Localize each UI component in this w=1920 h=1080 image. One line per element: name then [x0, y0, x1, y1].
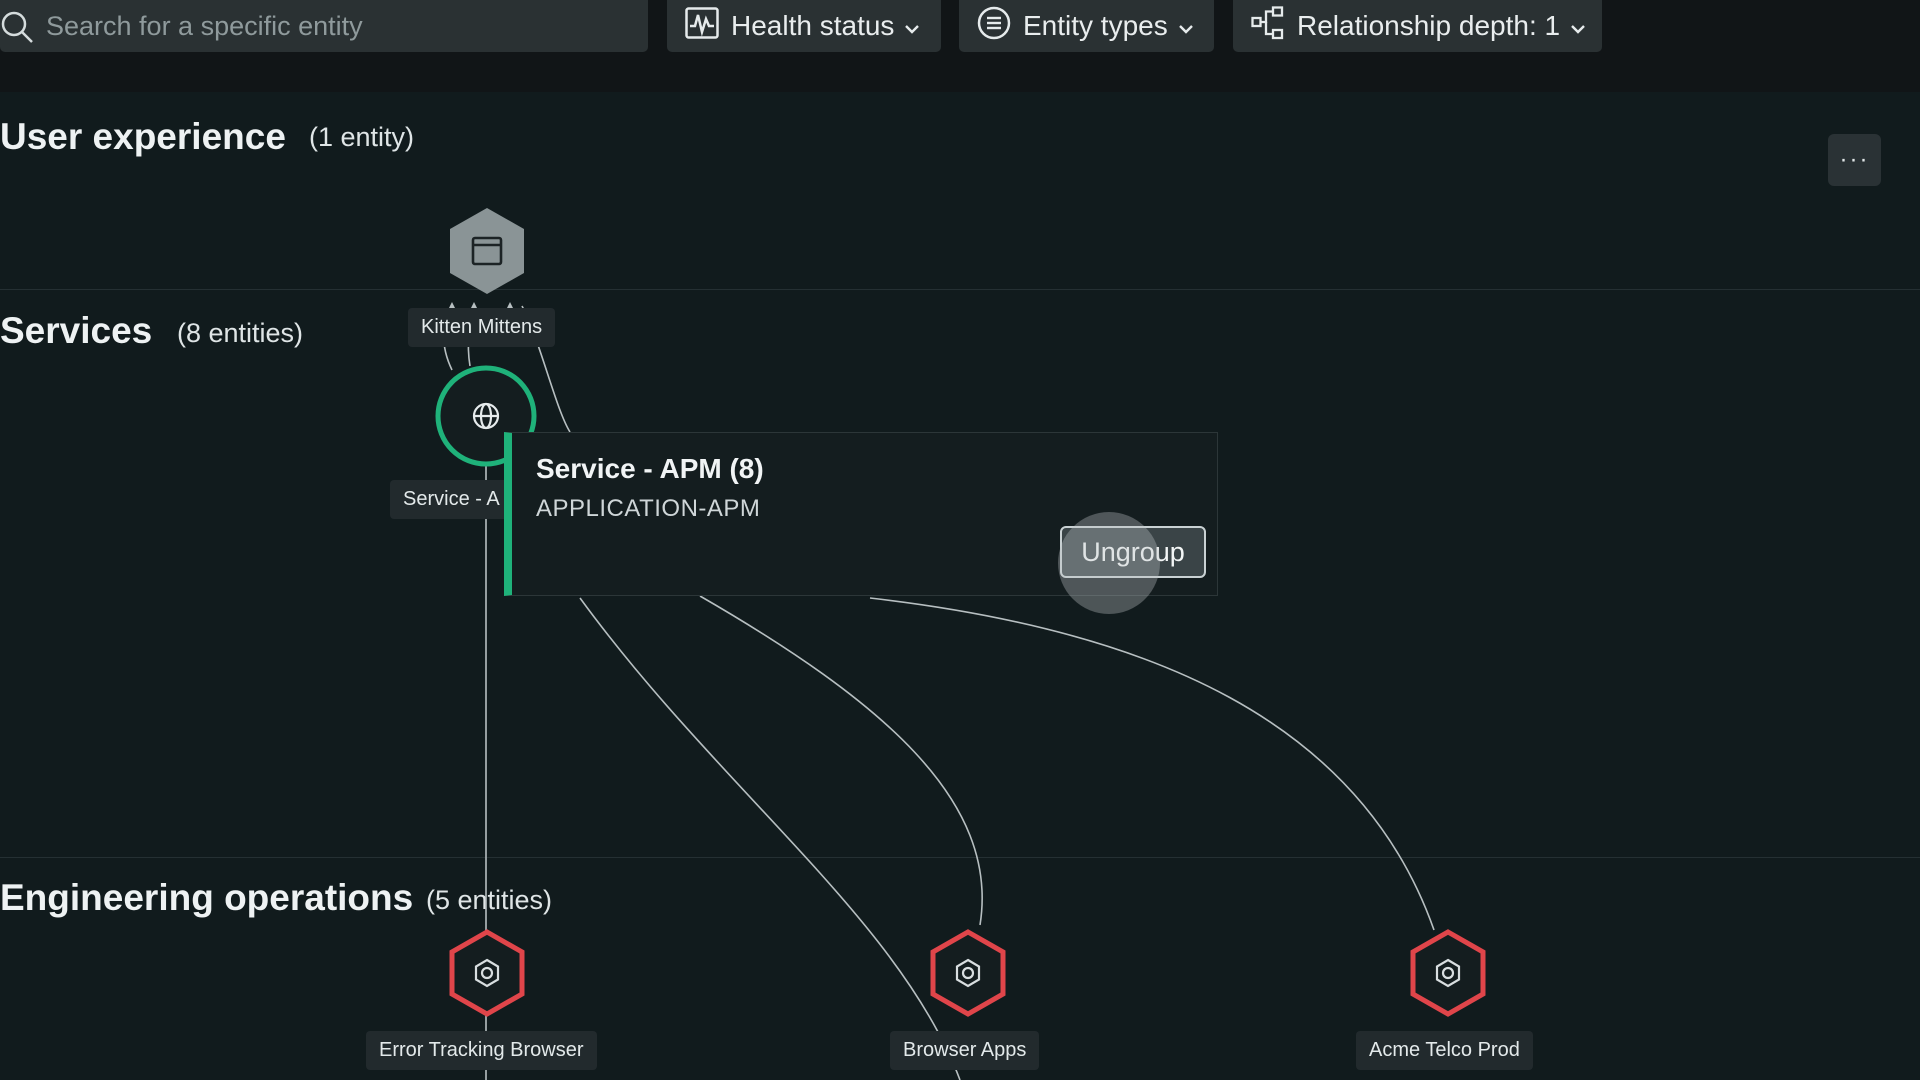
search-box[interactable] [0, 0, 648, 52]
node-browser-apps[interactable] [928, 928, 1008, 1023]
user-experience-title: User experience [0, 116, 286, 157]
entity-types-label: Entity types [1023, 10, 1168, 41]
gear-icon [953, 958, 983, 993]
node-label-acme-telco-prod[interactable]: Acme Telco Prod [1356, 1031, 1533, 1070]
relationship-depth-dropdown[interactable]: Relationship depth: 1 [1233, 0, 1602, 52]
engineering-operations-title: Engineering operations [0, 877, 414, 918]
hierarchy-icon [1251, 5, 1285, 47]
node-error-tracking-browser[interactable] [447, 928, 527, 1023]
gear-icon [472, 958, 502, 993]
node-kitten-mittens[interactable] [447, 206, 527, 301]
toolbar: Health status Entity types Relationship … [0, 0, 1920, 92]
services-count: (8 entities) [177, 318, 304, 348]
services-title: Services [0, 310, 153, 351]
user-experience-band [0, 92, 1920, 290]
node-label-kitten-mittens[interactable]: Kitten Mittens [408, 308, 556, 347]
search-icon [0, 10, 34, 51]
chevron-down-icon [1178, 10, 1194, 42]
tooltip-title: Service - APM (8) [536, 453, 764, 484]
node-label-browser-apps[interactable]: Browser Apps [890, 1031, 1040, 1070]
service-apm-tooltip: Service - APM (8) APPLICATION-APM Ungrou… [504, 432, 1218, 596]
gear-icon [1433, 958, 1463, 993]
search-input[interactable] [44, 9, 638, 43]
tooltip-subtitle: APPLICATION-APM [536, 495, 761, 522]
browser-window-icon [471, 236, 503, 271]
globe-icon [472, 402, 500, 435]
node-acme-telco-prod[interactable] [1408, 928, 1488, 1023]
node-label-error-tracking-browser[interactable]: Error Tracking Browser [366, 1031, 597, 1070]
relationship-depth-label: Relationship depth: 1 [1297, 10, 1561, 41]
engineering-operations-count: (5 entities) [426, 885, 553, 915]
ungroup-button[interactable]: Ungroup [1060, 526, 1206, 578]
node-label-service-apm[interactable]: Service - A [390, 480, 513, 519]
health-status-dropdown[interactable]: Health status [667, 0, 941, 52]
health-pulse-icon [685, 6, 719, 46]
more-options-button[interactable]: ··· [1828, 134, 1881, 186]
user-experience-count: (1 entity) [309, 122, 415, 152]
list-icon [977, 6, 1011, 47]
entity-types-dropdown[interactable]: Entity types [959, 0, 1214, 52]
chevron-down-icon [904, 10, 920, 42]
chevron-down-icon [1570, 10, 1586, 42]
health-status-label: Health status [731, 10, 895, 41]
